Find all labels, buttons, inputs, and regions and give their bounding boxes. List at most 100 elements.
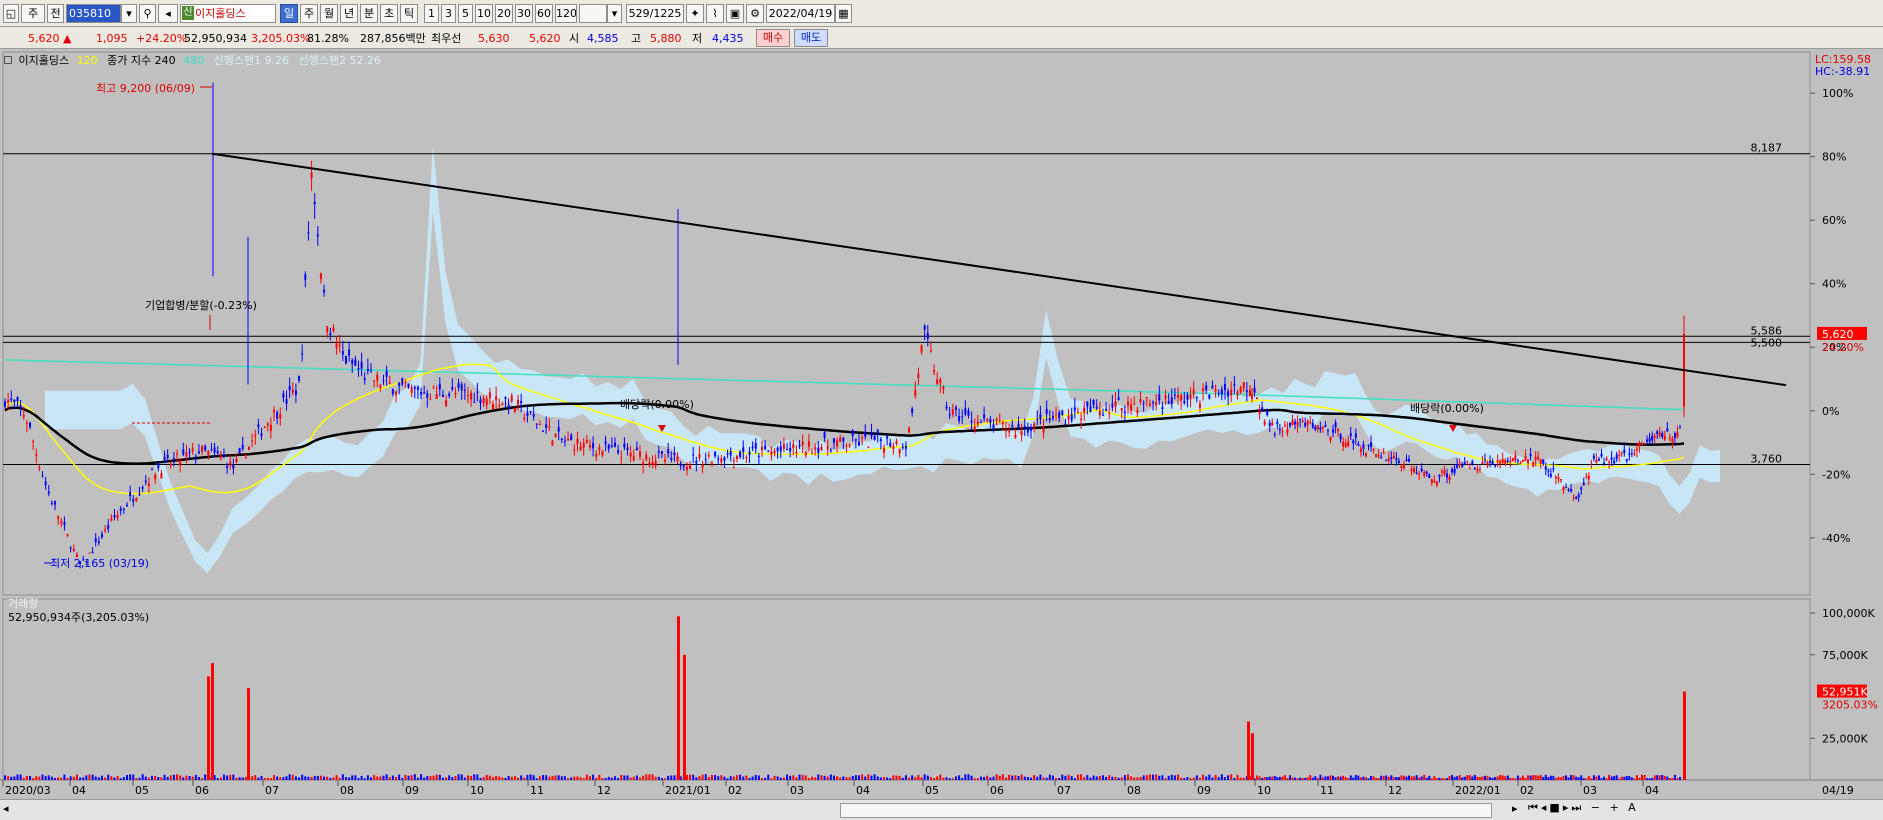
volume-bar: [545, 775, 548, 780]
candle-body: [1319, 427, 1322, 430]
candle-body: [898, 448, 901, 454]
interval-60-button[interactable]: 60: [535, 4, 553, 23]
chart-icon[interactable]: ⌇: [706, 4, 724, 23]
candle-body: [1026, 428, 1029, 433]
candle-body: [1481, 462, 1484, 465]
interval-20-button[interactable]: 20: [495, 4, 513, 23]
candle-body: [857, 442, 860, 446]
interval-custom-input[interactable]: [579, 4, 607, 23]
period-3-button[interactable]: 년: [340, 4, 358, 23]
open-label: 시: [569, 32, 580, 45]
candle-body: [1233, 383, 1236, 386]
scroll-thumb[interactable]: [840, 803, 1492, 818]
interval-10-button[interactable]: 10: [475, 4, 493, 23]
candle-body: [1582, 483, 1585, 486]
volume-bar: [298, 777, 301, 780]
candle-body: [385, 370, 388, 377]
prev-button[interactable]: 전: [47, 4, 64, 23]
volume-bar: [226, 775, 229, 780]
candle-body: [144, 480, 147, 483]
chevron-down-icon[interactable]: ▾: [121, 4, 137, 23]
chevron-down-icon[interactable]: ▾: [607, 4, 622, 23]
volume-bar: [1547, 777, 1550, 780]
volume-bar: [1468, 775, 1471, 780]
candle-body: [391, 389, 394, 394]
candle-body: [751, 446, 754, 449]
candle-body: [567, 438, 570, 441]
volume-bar: [1058, 778, 1061, 780]
crosshair-icon[interactable]: ✦: [686, 4, 704, 23]
toolbar: ◱ 주 전 035810 ▾ ⚲ ◂ 신 이지홀딩스 ▾ 529/1225 ✦ …: [0, 0, 1883, 27]
history-icon[interactable]: ◂: [158, 4, 178, 23]
scroll-left-icon[interactable]: ◂: [3, 802, 9, 815]
volume-bar: [1306, 777, 1309, 780]
x-tick-label: 08: [340, 784, 354, 797]
date-input[interactable]: 2022/04/19: [766, 4, 835, 23]
window-icon[interactable]: ◱: [3, 4, 19, 23]
candle-body: [1397, 460, 1400, 463]
volume-bar: [1392, 777, 1395, 780]
volume-bar: [1170, 774, 1173, 780]
candle-body: [19, 405, 22, 408]
candle-body: [1189, 394, 1192, 400]
period-4-button[interactable]: 분: [360, 4, 378, 23]
candle-body: [97, 541, 100, 544]
candle-body: [373, 380, 376, 382]
candle-body: [335, 343, 338, 349]
volume-bar: [698, 776, 701, 780]
volume-bar: [38, 776, 41, 780]
period-1-button[interactable]: 주: [300, 4, 318, 23]
zoom-controls[interactable]: ⏮◂■▸⏭ − + A: [1528, 801, 1639, 815]
candle-body: [1544, 466, 1547, 470]
search-icon[interactable]: ⚲: [139, 4, 156, 23]
volume-bar: [807, 778, 810, 780]
sell-button[interactable]: 매도: [794, 29, 828, 47]
candle-body: [1095, 406, 1098, 409]
stock-code-input[interactable]: 035810: [66, 4, 121, 23]
volume-bar: [836, 776, 839, 780]
candle-body: [307, 232, 310, 234]
volume-bar: [113, 777, 116, 780]
volume-tick-label: 100,000K: [1822, 607, 1875, 620]
candle-body: [1145, 397, 1148, 399]
candle-body: [332, 327, 335, 332]
volume-bar: [723, 776, 726, 780]
page-counter[interactable]: 529/1225: [626, 4, 684, 23]
volume-bar: [107, 774, 110, 780]
candle-body: [626, 447, 629, 451]
volume-title: 거래량: [8, 597, 38, 610]
period-2-button[interactable]: 월: [320, 4, 338, 23]
period-5-button[interactable]: 초: [380, 4, 398, 23]
candle-body: [720, 458, 723, 463]
scroll-right-icon[interactable]: ▸: [1512, 802, 1518, 815]
candle-body: [122, 508, 125, 510]
volume-bar: [326, 776, 329, 780]
gear-icon[interactable]: ⚙: [746, 4, 764, 23]
stock-name-field[interactable]: 신 이지홀딩스: [180, 4, 276, 23]
candle-body: [498, 405, 501, 407]
volume-bar: [1014, 775, 1017, 780]
interval-1-button[interactable]: 1: [424, 4, 439, 23]
period-6-button[interactable]: 틱: [400, 4, 418, 23]
interval-3-button[interactable]: 3: [441, 4, 456, 23]
volume-bar: [1534, 775, 1537, 780]
volume-bar: [1625, 776, 1628, 780]
calendar-icon[interactable]: ▦: [835, 4, 852, 23]
buy-button[interactable]: 매수: [756, 29, 790, 47]
market-select[interactable]: 주: [21, 4, 45, 23]
save-icon[interactable]: ▣: [726, 4, 744, 23]
period-0-button[interactable]: 일: [280, 4, 298, 23]
candle-body: [1483, 459, 1486, 461]
interval-5-button[interactable]: 5: [458, 4, 473, 23]
horizontal-scrollbar[interactable]: ◂ ▸ ⏮◂■▸⏭ − + A: [0, 799, 1883, 820]
candle-body: [829, 449, 832, 451]
interval-30-button[interactable]: 30: [515, 4, 533, 23]
price-chart[interactable]: 2020/03 04 05 06 07 08 09 10 11 12 2021/01 02 03 04 05…: [0, 49, 1883, 799]
interval-120-button[interactable]: 120: [555, 4, 577, 23]
candle-body: [1042, 427, 1045, 433]
candle-body: [1410, 469, 1413, 472]
candle-body: [1183, 400, 1186, 404]
volume-value-label: 52,950,934주(3,205.03%): [8, 611, 149, 624]
high-annotation: 최고 9,200 (06/09): [96, 82, 195, 95]
x-tick-label: 08: [1127, 784, 1141, 797]
